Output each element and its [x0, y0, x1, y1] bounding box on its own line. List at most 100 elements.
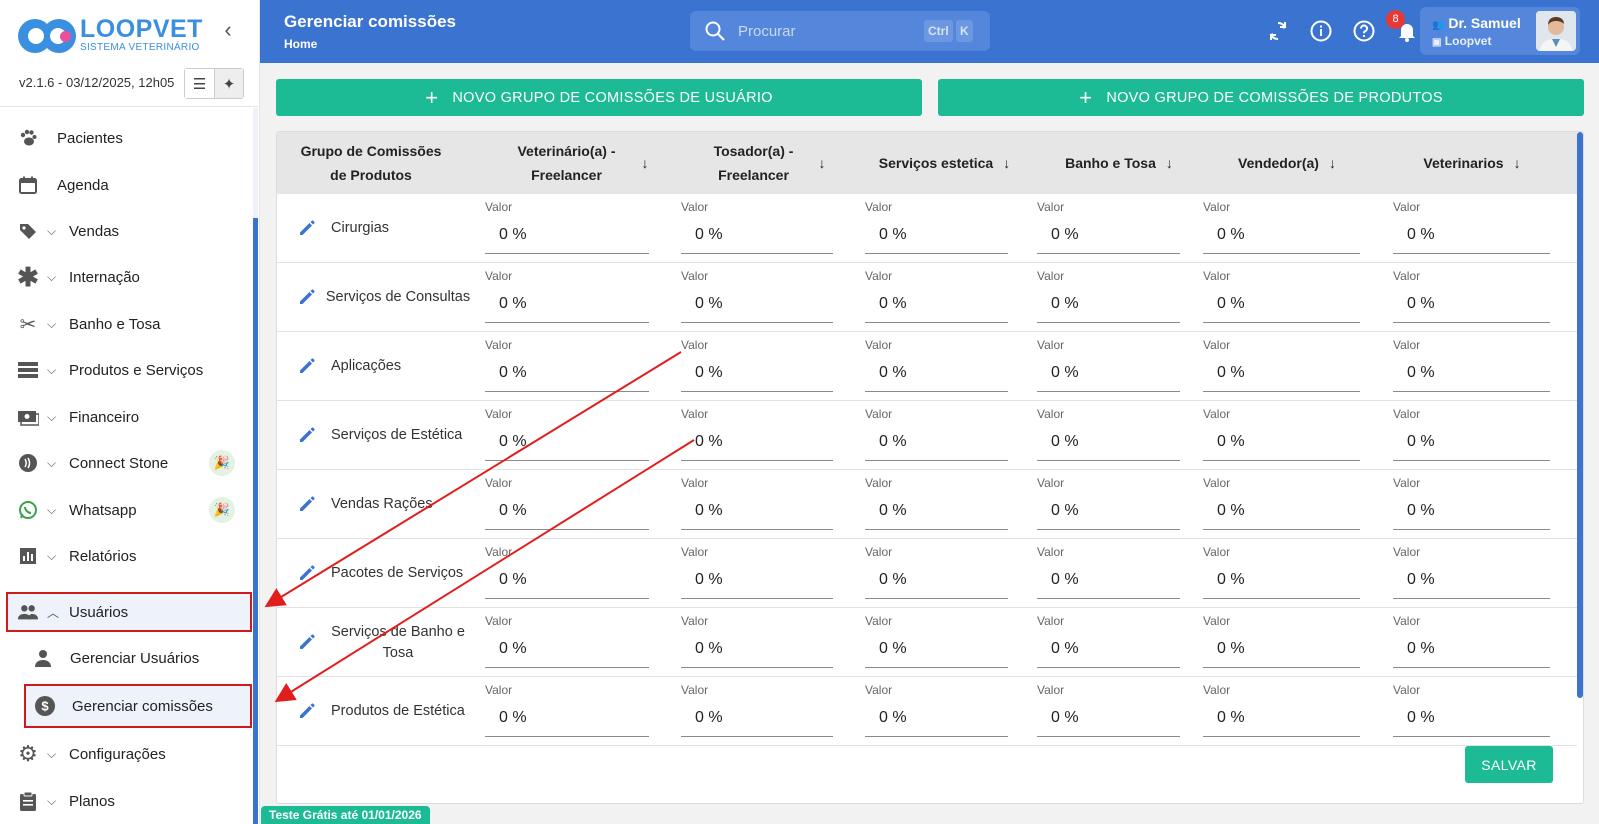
edit-pencil-icon[interactable] [297, 632, 317, 652]
commission-value-input[interactable]: Valor 0 % [1037, 683, 1180, 739]
commission-value-input[interactable]: Valor 0 % [1203, 683, 1360, 739]
user-menu[interactable]: 👥 Dr. Samuel ▣ Loopvet [1420, 7, 1580, 55]
help-icon[interactable] [1352, 19, 1376, 43]
commission-value-input[interactable]: Valor 0 % [865, 269, 1008, 325]
sidebar-item-internacao[interactable]: ✱ ⌵ Internação [0, 257, 252, 297]
logo[interactable]: LOOPVET SISTEMA VETERINÁRIO [18, 16, 203, 53]
save-button[interactable]: SALVAR [1465, 746, 1553, 783]
commission-value-input[interactable]: Valor 0 % [681, 545, 833, 601]
column-header-servicos-estetica[interactable]: Serviços estetica ↓ [857, 132, 1032, 194]
edit-pencil-icon[interactable] [297, 218, 317, 238]
column-header-vet-freelancer[interactable]: Veterinário(a) - Freelancer ↓ [485, 132, 665, 194]
commission-value-input[interactable]: Valor 0 % [1393, 683, 1550, 739]
commission-value-input[interactable]: Valor 0 % [1037, 545, 1180, 601]
sort-arrow-icon: ↓ [1003, 155, 1011, 171]
collapse-sidebar-chevron-icon[interactable]: ‹ [218, 19, 238, 41]
sidebar-item-relatorios[interactable]: ⌵ Relatórios [0, 536, 252, 576]
commission-value-input[interactable]: Valor 0 % [1393, 338, 1550, 394]
info-icon[interactable] [1309, 19, 1333, 43]
commission-value-input[interactable]: Valor 0 % [865, 200, 1008, 256]
commission-value-input[interactable]: Valor 0 % [1203, 269, 1360, 325]
commission-value-input[interactable]: Valor 0 % [1037, 614, 1180, 670]
field-underline [1203, 322, 1360, 323]
column-header-veterinarios[interactable]: Veterinarios ↓ [1377, 132, 1567, 194]
commission-value-input[interactable]: Valor 0 % [681, 476, 833, 532]
column-header-group[interactable]: Grupo de Comissões de Produtos [293, 132, 449, 194]
commission-value-input[interactable]: Valor 0 % [681, 614, 833, 670]
commission-value-input[interactable]: Valor 0 % [865, 476, 1008, 532]
sidebar-item-connect-stone[interactable]: ⌵ Connect Stone 🎉 [0, 443, 252, 483]
sparkle-icon[interactable]: ✦ [214, 69, 243, 98]
commission-value-input[interactable]: Valor 0 % [485, 614, 649, 670]
commission-value-input[interactable]: Valor 0 % [865, 683, 1008, 739]
edit-pencil-icon[interactable] [297, 701, 317, 721]
field-value: 0 % [1217, 295, 1245, 312]
sidebar-scrollbar-thumb[interactable] [253, 218, 258, 824]
sidebar-item-pacientes[interactable]: Pacientes [0, 118, 252, 158]
edit-pencil-icon[interactable] [297, 356, 317, 376]
sidebar-subitem-gerenciar-usuarios[interactable]: Gerenciar Usuários [24, 636, 252, 680]
menu-lines-icon[interactable]: ☰ [185, 69, 214, 98]
commission-value-input[interactable]: Valor 0 % [865, 614, 1008, 670]
edit-pencil-icon[interactable] [297, 287, 317, 307]
edit-pencil-icon[interactable] [297, 563, 317, 583]
column-header-vendedor[interactable]: Vendedor(a) ↓ [1197, 132, 1377, 194]
column-header-tosador-freelancer[interactable]: Tosador(a) - Freelancer ↓ [672, 132, 852, 194]
sidebar-item-banho-e-tosa[interactable]: ✂ ⌵ Banho e Tosa [0, 304, 252, 344]
new-user-commission-group-button[interactable]: + NOVO GRUPO DE COMISSÕES DE USUÁRIO [276, 79, 922, 116]
commission-value-input[interactable]: Valor 0 % [1037, 407, 1180, 463]
sidebar-item-planos[interactable]: ⌵ Planos [0, 781, 252, 821]
commission-value-input[interactable]: Valor 0 % [1203, 545, 1360, 601]
avatar[interactable] [1536, 11, 1576, 51]
commission-value-input[interactable]: Valor 0 % [1393, 407, 1550, 463]
commission-value-input[interactable]: Valor 0 % [681, 269, 833, 325]
commission-value-input[interactable]: Valor 0 % [865, 545, 1008, 601]
commission-value-input[interactable]: Valor 0 % [865, 338, 1008, 394]
commission-value-input[interactable]: Valor 0 % [1203, 200, 1360, 256]
commission-value-input[interactable]: Valor 0 % [1393, 614, 1550, 670]
sidebar-item-usuarios[interactable]: ︿ Usuários [6, 592, 252, 632]
table-scrollbar[interactable] [1577, 132, 1583, 698]
sidebar-item-produtos-e-servicos[interactable]: ⌵ Produtos e Serviços [0, 350, 252, 390]
sidebar-item-financeiro[interactable]: ⌵ Financeiro [0, 397, 252, 437]
sidebar-item-agenda[interactable]: Agenda [0, 165, 252, 205]
commission-value-input[interactable]: Valor 0 % [865, 407, 1008, 463]
commission-value-input[interactable]: Valor 0 % [1203, 476, 1360, 532]
new-product-commission-group-button[interactable]: + NOVO GRUPO DE COMISSÕES DE PRODUTOS [938, 79, 1584, 116]
commission-value-input[interactable]: Valor 0 % [1393, 200, 1550, 256]
commission-value-input[interactable]: Valor 0 % [1037, 476, 1180, 532]
sidebar-item-configuracoes[interactable]: ⚙ ⌵ Configurações [0, 734, 252, 774]
field-label: Valor [485, 476, 513, 490]
commission-value-input[interactable]: Valor 0 % [1393, 269, 1550, 325]
edit-pencil-icon[interactable] [297, 494, 317, 514]
commission-value-input[interactable]: Valor 0 % [1037, 200, 1180, 256]
commission-value-input[interactable]: Valor 0 % [485, 338, 649, 394]
commission-value-input[interactable]: Valor 0 % [1203, 338, 1360, 394]
commission-value-input[interactable]: Valor 0 % [681, 407, 833, 463]
edit-pencil-icon[interactable] [297, 425, 317, 445]
commission-value-input[interactable]: Valor 0 % [1037, 338, 1180, 394]
commission-value-input[interactable]: Valor 0 % [485, 269, 649, 325]
sidebar-item-vendas[interactable]: ⌵ Vendas [0, 211, 252, 251]
commission-value-input[interactable]: Valor 0 % [1393, 545, 1550, 601]
breadcrumb[interactable]: Home [284, 37, 317, 51]
search-input[interactable]: Procurar Ctrl K [690, 11, 990, 51]
column-header-banho-e-tosa[interactable]: Banho e Tosa ↓ [1034, 132, 1204, 194]
commission-value-input[interactable]: Valor 0 % [1393, 476, 1550, 532]
sidebar-subitem-gerenciar-comissoes[interactable]: $ Gerenciar comissões [24, 684, 252, 728]
commission-value-input[interactable]: Valor 0 % [1203, 614, 1360, 670]
field-value: 0 % [695, 709, 723, 726]
commission-value-input[interactable]: Valor 0 % [681, 683, 833, 739]
commission-value-input[interactable]: Valor 0 % [485, 407, 649, 463]
commission-value-input[interactable]: Valor 0 % [485, 476, 649, 532]
sidebar-item-whatsapp[interactable]: ⌵ Whatsapp 🎉 [0, 490, 252, 530]
commission-value-input[interactable]: Valor 0 % [681, 338, 833, 394]
commission-value-input[interactable]: Valor 0 % [681, 200, 833, 256]
commission-value-input[interactable]: Valor 0 % [1203, 407, 1360, 463]
table-row: Serviços de Consultas Valor 0 % Valor 0 % Val… [277, 263, 1577, 332]
commission-value-input[interactable]: Valor 0 % [1037, 269, 1180, 325]
commission-value-input[interactable]: Valor 0 % [485, 200, 649, 256]
refresh-icon[interactable] [1266, 19, 1290, 43]
commission-value-input[interactable]: Valor 0 % [485, 545, 649, 601]
commission-value-input[interactable]: Valor 0 % [485, 683, 649, 739]
